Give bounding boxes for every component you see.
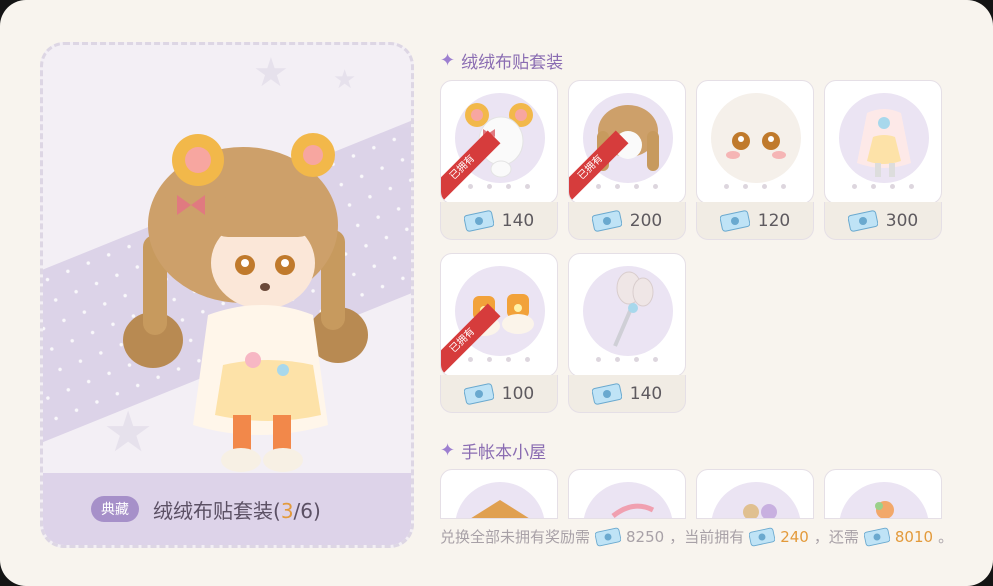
reward-item-shoes[interactable]: 已拥有 100	[440, 253, 558, 413]
owned-count: 3	[280, 498, 294, 523]
ticket-icon	[591, 382, 622, 405]
preview-footer: 典藏 绒绒布贴套装(3/6)	[43, 473, 411, 545]
furniture-icon	[611, 503, 655, 518]
house-icon	[471, 500, 529, 518]
price-tag: 140	[440, 202, 558, 240]
ticket-icon	[863, 527, 890, 546]
item-tile: 已拥有	[440, 253, 558, 377]
reward-item-outfit[interactable]: 300	[824, 80, 942, 240]
sparkle-icon: ✦	[440, 440, 456, 461]
item-tile: 已拥有	[568, 80, 686, 204]
reward-item-face[interactable]: 120	[696, 80, 814, 240]
set-preview-card: ★ ★ ★ 典藏 绒绒布贴套装(3/6)	[40, 42, 414, 548]
star-decoration-icon: ★	[333, 65, 357, 95]
item-tile	[696, 469, 814, 519]
decor-icon	[743, 504, 777, 518]
reward-item-handheld[interactable]: 140	[568, 253, 686, 413]
ticket-icon	[595, 527, 622, 546]
face-icon	[726, 132, 786, 159]
ticket-icon	[463, 382, 494, 405]
item-tile	[696, 80, 814, 204]
item-tile	[440, 469, 558, 519]
item-tile: 已拥有	[440, 80, 558, 204]
item-tile	[824, 469, 942, 519]
section-title-house: ✦ 手帐本小屋	[440, 440, 547, 463]
total-count: 6	[300, 498, 314, 523]
set-name-label: 绒绒布贴套装(3/6)	[153, 498, 321, 523]
current-owned: 240	[780, 527, 809, 546]
reward-item-house-4[interactable]	[824, 469, 942, 519]
remaining-needed: 8010	[894, 527, 934, 546]
reward-item-house-3[interactable]	[696, 469, 814, 519]
item-tile	[824, 80, 942, 204]
plant-icon	[875, 501, 894, 518]
ticket-icon	[591, 209, 622, 232]
reward-item-hairstyle[interactable]: 已拥有 200	[568, 80, 686, 240]
exchange-summary: 兑换全部未拥有奖励需 8250 ，当前拥有 240 ，还需 8010。	[440, 527, 954, 546]
outfit-icon	[857, 109, 911, 177]
reward-item-hair-accessory[interactable]: 已拥有 140	[440, 80, 558, 240]
price-tag: 140	[568, 375, 686, 413]
section-title-set: ✦ 绒绒布贴套装	[440, 50, 564, 73]
item-tile	[568, 469, 686, 519]
ticket-icon	[719, 209, 750, 232]
ticket-icon	[749, 527, 776, 546]
handheld-icon	[613, 271, 654, 347]
price-tag: 100	[440, 375, 558, 413]
collection-badge: 典藏	[91, 496, 139, 522]
star-decoration-icon: ★	[253, 50, 289, 96]
character-avatar	[123, 133, 368, 472]
ticket-icon	[463, 209, 494, 232]
reward-item-house-1[interactable]	[440, 469, 558, 519]
price-tag: 120	[696, 202, 814, 240]
price-tag: 300	[824, 202, 942, 240]
total-needed: 8250	[626, 527, 665, 546]
reward-item-house-2[interactable]	[568, 469, 686, 519]
item-tile	[568, 253, 686, 377]
sparkle-icon: ✦	[440, 50, 456, 71]
reward-panel: ★ ★ ★ 典藏 绒绒布贴套装(3/6) ✦ 绒绒布贴套装 已拥有 140 已拥…	[0, 0, 993, 586]
price-tag: 200	[568, 202, 686, 240]
ticket-icon	[847, 209, 878, 232]
